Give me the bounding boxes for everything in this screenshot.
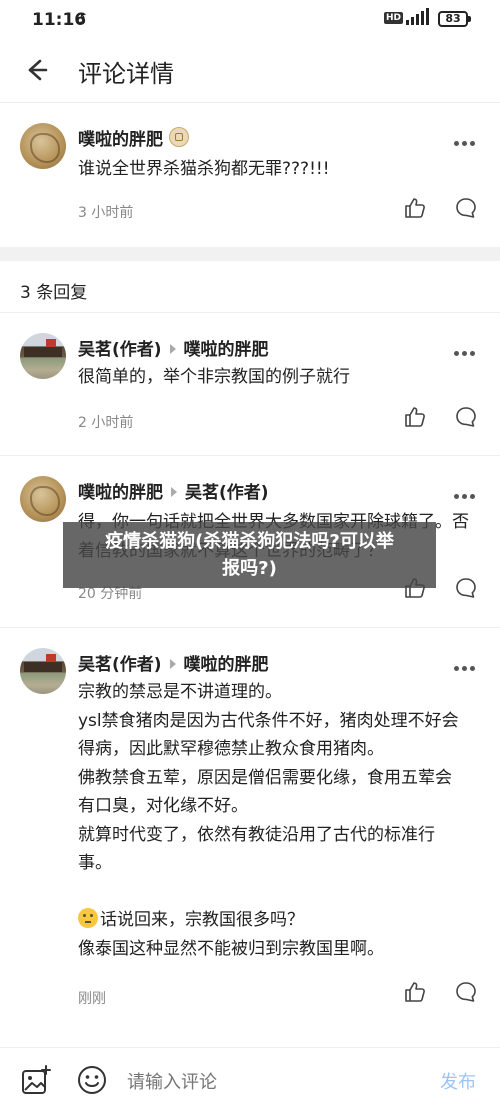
avatar[interactable] — [20, 333, 66, 379]
sync-off-icon: ↺ — [74, 10, 87, 28]
reply-arrow-icon — [169, 344, 176, 354]
title-overlay: 疫情杀猫狗(杀猫杀狗犯法吗?可以举 报吗?) — [63, 522, 436, 588]
reply-icon[interactable] — [454, 980, 478, 1004]
signal-icon — [406, 8, 429, 25]
like-icon[interactable] — [403, 196, 427, 220]
text-line: 就算时代变了，依然有教徒沿用了古代的标准行 — [78, 824, 435, 845]
text-line: 宗教的禁忌是不讲道理的。 — [78, 682, 282, 702]
status-bar: 11:16 ↺ HD 83 — [0, 0, 500, 40]
reply-to-user[interactable]: 噗啦的胖肥 — [184, 655, 269, 675]
user-name[interactable]: 吴茗(作者) — [78, 655, 162, 675]
overlay-line: 报吗?) — [222, 558, 277, 579]
reply-to-user[interactable]: 吴茗(作者) — [185, 483, 269, 503]
text-line-content: 话说回来，宗教国很多吗？ — [100, 910, 304, 930]
reply-item: 吴茗(作者) 噗啦的胖肥 宗教的禁忌是不讲道理的。 ysl禁食猪肉是因为古代条件不… — [0, 628, 500, 1028]
hd-badge: HD — [384, 12, 404, 24]
comment-input[interactable] — [127, 1068, 407, 1096]
text-line: ysl禁食猪肉是因为古代条件不好，猪肉处理不好会 — [78, 710, 459, 731]
publish-button[interactable]: 发布 — [440, 1068, 476, 1094]
reply-arrow-icon — [169, 659, 176, 669]
reply-icon[interactable] — [454, 576, 478, 600]
more-icon[interactable] — [454, 656, 486, 676]
emoji-icon[interactable] — [76, 1064, 108, 1096]
reply-arrow-icon — [171, 487, 177, 497]
reply-time: 2 小时前 — [78, 415, 134, 431]
avatar[interactable] — [20, 476, 66, 522]
more-icon[interactable] — [454, 341, 486, 361]
reply-text: 很简单的，举个非宗教国的例子就行 — [78, 367, 350, 387]
more-icon[interactable] — [454, 131, 486, 151]
user-badge-icon — [169, 127, 189, 147]
reply-icon[interactable] — [454, 196, 478, 220]
more-icon[interactable] — [454, 484, 486, 504]
comment-input-bar: 发布 — [0, 1047, 500, 1112]
back-arrow-icon[interactable] — [18, 52, 54, 88]
user-name[interactable]: 噗啦的胖肥 — [78, 130, 163, 150]
overlay-line: 疫情杀猫狗(杀猫杀狗犯法吗?可以举 — [105, 531, 394, 552]
main-comment: 噗啦的胖肥 谁说全世界杀猫杀狗都无罪???!!! 3 小时前 — [0, 103, 500, 247]
reply-time: 刚刚 — [78, 991, 106, 1007]
section-divider — [0, 247, 500, 261]
text-line: 佛教禁食五荤，原因是僧侣需要化缘，食用五荤会 — [78, 767, 452, 788]
like-icon[interactable] — [403, 980, 427, 1004]
user-name[interactable]: 吴茗(作者) — [78, 340, 162, 360]
reply-item: 吴茗(作者) 噗啦的胖肥 很简单的，举个非宗教国的例子就行 2 小时前 — [0, 313, 500, 455]
user-name[interactable]: 噗啦的胖肥 — [78, 483, 163, 503]
comment-text: 谁说全世界杀猫杀狗都无罪???!!! — [78, 159, 330, 179]
battery-icon: 83 — [438, 11, 471, 27]
comment-user[interactable]: 噗啦的胖肥 — [78, 125, 189, 150]
reply-header: 噗啦的胖肥 吴茗(作者) — [78, 478, 269, 503]
reply-to-user[interactable]: 噗啦的胖肥 — [184, 340, 269, 360]
text-line: 事。 — [78, 853, 112, 873]
replies-count: 3 条回复 — [20, 283, 88, 303]
avatar[interactable] — [20, 123, 66, 169]
thinking-emoji-icon — [78, 908, 98, 928]
text-line: 有口臭，对化缘不好。 — [78, 796, 248, 816]
avatar[interactable] — [20, 648, 66, 694]
text-line: 得病，因此默罕穆德禁止教众食用猪肉。 — [78, 739, 384, 759]
reply-header: 吴茗(作者) 噗啦的胖肥 — [78, 335, 269, 360]
image-icon[interactable] — [20, 1064, 52, 1096]
reply-icon[interactable] — [454, 405, 478, 429]
comment-time: 3 小时前 — [78, 205, 134, 221]
page-header: 评论详情 — [0, 40, 500, 103]
text-line: 像泰国这种显然不能被归到宗教国里啊。 — [78, 938, 384, 959]
reply-text: 宗教的禁忌是不讲道理的。 ysl禁食猪肉是因为古代条件不好，猪肉处理不好会 得病… — [78, 678, 478, 963]
like-icon[interactable] — [403, 405, 427, 429]
page-title: 评论详情 — [78, 60, 174, 88]
text-line: 话说回来，宗教国很多吗？ — [78, 906, 478, 935]
reply-header: 吴茗(作者) 噗啦的胖肥 — [78, 650, 269, 675]
